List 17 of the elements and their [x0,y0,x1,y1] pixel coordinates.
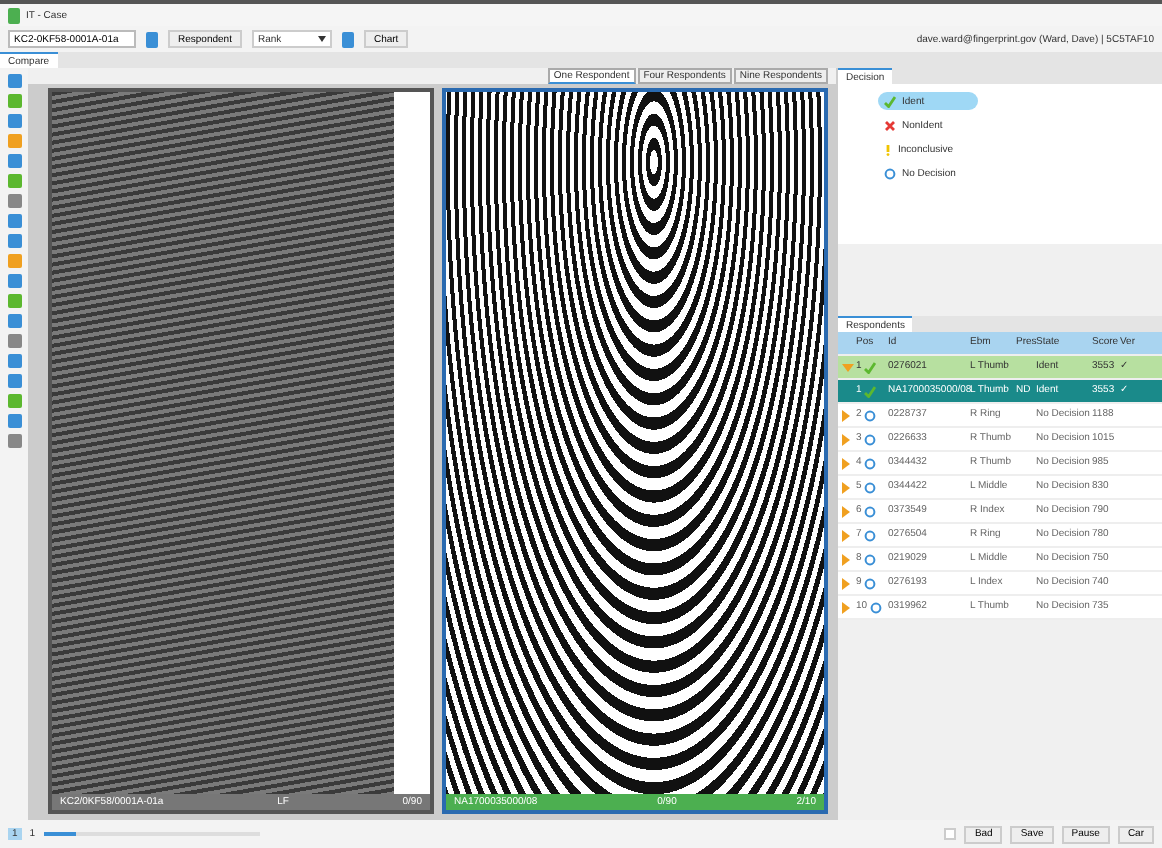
collapsed-arrow-icon[interactable] [842,601,850,613]
cross-icon [884,119,896,131]
collapsed-arrow-icon[interactable] [842,505,850,517]
caret-icon [317,36,326,42]
collapsed-arrow-icon[interactable] [842,433,850,445]
collapsed-arrow-icon[interactable] [842,481,850,493]
collapsed-arrow-icon[interactable] [842,553,850,565]
exclamation-icon [884,143,892,155]
checkbox[interactable] [944,828,957,840]
collapsed-arrow-icon[interactable] [842,457,850,469]
collapsed-arrow-icon[interactable] [842,577,850,589]
collapsed-arrow-icon[interactable] [842,409,850,421]
collapsed-arrow-icon[interactable] [842,529,850,541]
app-icon [8,7,20,23]
expanded-arrow-icon[interactable] [842,363,854,371]
check-icon [884,95,896,107]
circle-icon [884,167,896,179]
